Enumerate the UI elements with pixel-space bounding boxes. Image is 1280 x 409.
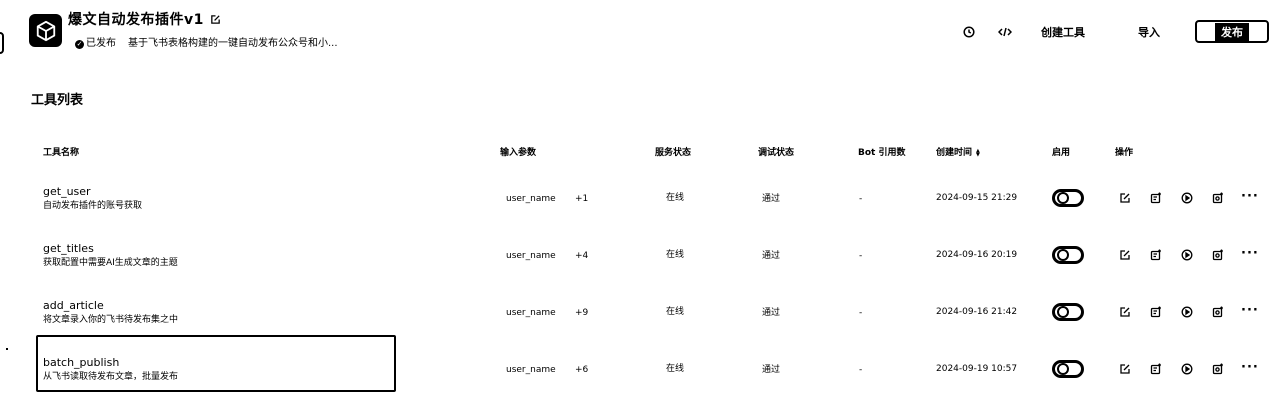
extra-params-count[interactable]: +4 bbox=[575, 250, 588, 262]
table-row: batch_publish 从飞书读取待发布文章，批量发布 user_name +6 在… bbox=[0, 347, 1280, 403]
table-row: get_user 自动发布插件的账号获取 user_name +1 在线 通过 - 2024-… bbox=[0, 176, 1280, 232]
history-button[interactable] bbox=[960, 22, 978, 42]
col-tool-name: 工具名称 bbox=[43, 148, 80, 158]
debug-status: 通过 bbox=[762, 251, 781, 261]
col-created-time-label: 创建时间 bbox=[936, 148, 973, 158]
toggle-knob bbox=[1057, 306, 1069, 318]
bot-ref-count: - bbox=[859, 308, 863, 318]
col-bot-refs: Bot 引用数 bbox=[858, 148, 906, 158]
tool-description: 从飞书读取待发布文章，批量发布 bbox=[43, 372, 179, 382]
service-status: 在线 bbox=[666, 307, 685, 317]
col-input-params: 输入参数 bbox=[500, 148, 537, 158]
duplicate-icon[interactable] bbox=[1211, 248, 1225, 262]
play-icon[interactable] bbox=[1180, 362, 1194, 376]
sort-icon[interactable]: ▲ ▼ bbox=[976, 149, 980, 158]
check-circle-icon: ✓ bbox=[75, 39, 84, 49]
edit-icon[interactable] bbox=[210, 14, 222, 26]
clock-icon bbox=[963, 26, 975, 38]
extra-params-count[interactable]: +6 bbox=[575, 364, 588, 376]
section-title: 工具列表 bbox=[31, 93, 84, 108]
service-status: 在线 bbox=[666, 250, 685, 260]
play-icon[interactable] bbox=[1180, 191, 1194, 205]
bot-ref-count: - bbox=[859, 194, 863, 204]
col-actions: 操作 bbox=[1115, 148, 1134, 158]
more-icon[interactable]: ··· bbox=[1241, 247, 1259, 260]
play-icon[interactable] bbox=[1180, 248, 1194, 262]
toggle-knob bbox=[1057, 192, 1069, 204]
debug-status: 通过 bbox=[762, 365, 781, 375]
cube-icon bbox=[29, 14, 62, 47]
col-debug-status: 调试状态 bbox=[758, 148, 795, 158]
input-param: user_name bbox=[506, 251, 556, 261]
copy-add-icon[interactable] bbox=[1149, 191, 1163, 205]
more-icon[interactable]: ··· bbox=[1241, 304, 1259, 317]
copy-add-icon[interactable] bbox=[1149, 248, 1163, 262]
enable-toggle[interactable] bbox=[1052, 360, 1084, 378]
tool-description: 自动发布插件的账号获取 bbox=[43, 201, 143, 211]
edit-icon[interactable] bbox=[1118, 362, 1132, 376]
publish-button[interactable]: 发布 bbox=[1195, 20, 1269, 43]
toggle-knob bbox=[1057, 363, 1069, 375]
status-badge: ✓ 已发布 bbox=[75, 37, 116, 51]
input-param: user_name bbox=[506, 365, 556, 375]
import-button[interactable]: 导入 bbox=[1134, 22, 1164, 42]
enable-toggle[interactable] bbox=[1052, 246, 1084, 264]
code-button[interactable] bbox=[995, 22, 1015, 42]
meta-row: ✓ 已发布 基于飞书表格构建的一键自动发布公众号和小... bbox=[75, 37, 338, 51]
app-title-text: 爆文自动发布插件v1 bbox=[68, 12, 204, 28]
bot-ref-count: - bbox=[859, 251, 863, 261]
debug-status: 通过 bbox=[762, 308, 781, 318]
edit-icon[interactable] bbox=[1118, 191, 1132, 205]
table-row: add_article 将文章录入你的飞书待发布集之中 user_name +9 在线 通… bbox=[0, 290, 1280, 346]
tool-name[interactable]: batch_publish bbox=[43, 356, 119, 369]
col-enabled: 启用 bbox=[1052, 148, 1071, 158]
tool-name[interactable]: get_titles bbox=[43, 242, 94, 255]
enable-toggle[interactable] bbox=[1052, 189, 1084, 207]
service-status: 在线 bbox=[666, 193, 685, 203]
created-time: 2024-09-16 21:42 bbox=[936, 307, 1018, 317]
tool-name[interactable]: get_user bbox=[43, 185, 91, 198]
bot-ref-count: - bbox=[859, 365, 863, 375]
created-time: 2024-09-19 10:57 bbox=[936, 364, 1018, 374]
table-row: get_titles 获取配置中需要AI生成文章的主题 user_name +4 在线 通… bbox=[0, 233, 1280, 289]
col-created-time[interactable]: 创建时间 ▲ ▼ bbox=[936, 147, 980, 159]
plugin-detail-page: 爆文自动发布插件v1 ✓ 已发布 基于飞书表格构建的一键自动发布公众号和小...… bbox=[0, 0, 1280, 409]
edit-icon[interactable] bbox=[1118, 248, 1132, 262]
duplicate-icon[interactable] bbox=[1211, 191, 1225, 205]
sidebar-edge bbox=[0, 32, 4, 54]
plugin-description: 基于飞书表格构建的一键自动发布公众号和小... bbox=[128, 38, 338, 49]
more-icon[interactable]: ··· bbox=[1241, 190, 1259, 203]
input-param: user_name bbox=[506, 308, 556, 318]
tool-description: 将文章录入你的飞书待发布集之中 bbox=[43, 315, 179, 325]
col-service-status: 服务状态 bbox=[655, 148, 692, 158]
extra-params-count[interactable]: +1 bbox=[575, 193, 588, 205]
code-icon bbox=[998, 27, 1012, 37]
copy-add-icon[interactable] bbox=[1149, 362, 1163, 376]
duplicate-icon[interactable] bbox=[1211, 362, 1225, 376]
status-badge-label: 已发布 bbox=[86, 38, 116, 49]
extra-params-count[interactable]: +9 bbox=[575, 307, 588, 319]
input-param: user_name bbox=[506, 194, 556, 204]
tool-description: 获取配置中需要AI生成文章的主题 bbox=[43, 258, 178, 268]
enable-toggle[interactable] bbox=[1052, 303, 1084, 321]
edit-icon[interactable] bbox=[1118, 305, 1132, 319]
more-icon[interactable]: ··· bbox=[1241, 361, 1259, 374]
created-time: 2024-09-16 20:19 bbox=[936, 250, 1018, 260]
toggle-knob bbox=[1057, 249, 1069, 261]
created-time: 2024-09-15 21:29 bbox=[936, 193, 1018, 203]
service-status: 在线 bbox=[666, 364, 685, 374]
debug-status: 通过 bbox=[762, 194, 781, 204]
create-tool-button[interactable]: 创建工具 bbox=[1038, 22, 1088, 42]
tool-name[interactable]: add_article bbox=[43, 299, 104, 312]
app-title: 爆文自动发布插件v1 bbox=[68, 11, 222, 29]
play-icon[interactable] bbox=[1180, 305, 1194, 319]
duplicate-icon[interactable] bbox=[1211, 305, 1225, 319]
publish-button-label: 发布 bbox=[1215, 22, 1249, 41]
copy-add-icon[interactable] bbox=[1149, 305, 1163, 319]
